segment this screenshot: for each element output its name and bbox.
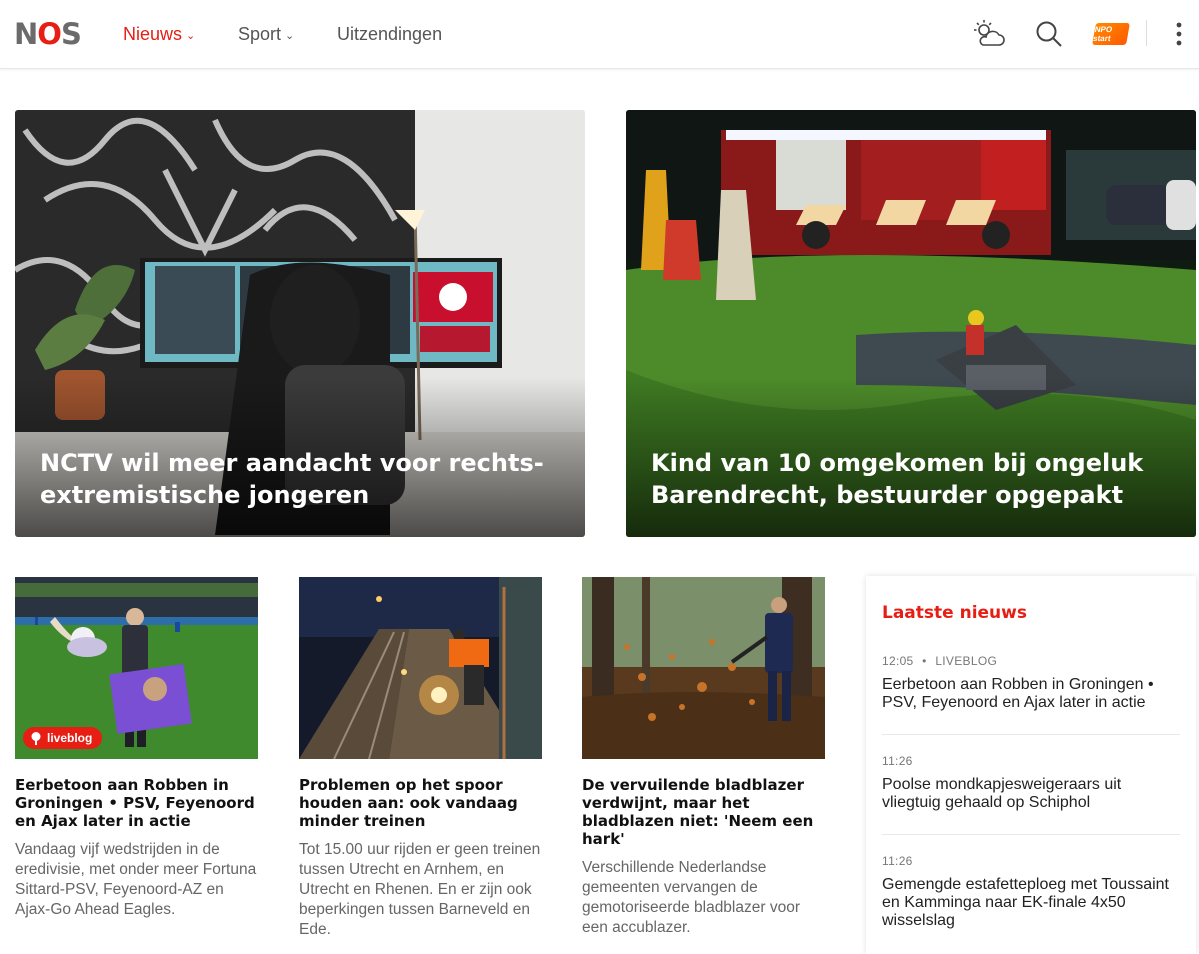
item-meta: 11:26 xyxy=(882,754,1180,768)
nav-uitzendingen-label: Uitzendingen xyxy=(337,24,443,44)
latest-news-item[interactable]: 11:26 Poolse mondkapjesweigeraars uit vl… xyxy=(882,735,1180,835)
article-card-1[interactable]: liveblog Eerbetoon aan Robben in Groning… xyxy=(15,577,258,920)
search-icon[interactable] xyxy=(1031,16,1067,52)
card-title-2: Problemen op het spoor houden aan: ook v… xyxy=(299,776,518,830)
hero-article-1[interactable]: NCTV wil meer aandacht voor rechts-extre… xyxy=(15,110,585,537)
nav-uitzendingen[interactable]: Uitzendingen xyxy=(337,23,442,45)
npo-start-icon[interactable]: NPO start xyxy=(1092,16,1130,52)
item-time: 11:26 xyxy=(882,854,913,868)
item-title: Poolse mondkapjesweigeraars uit vliegtui… xyxy=(882,776,1122,811)
meta-separator: • xyxy=(922,654,927,668)
npo-start-label: NPO start xyxy=(1092,23,1130,45)
item-time: 11:26 xyxy=(882,754,913,768)
card-title-1: Eerbetoon aan Robben in Groningen • PSV,… xyxy=(15,776,255,830)
site-header: NOS Nieuws ⌄ Sport ⌄ Uitzendingen NPO star… xyxy=(0,0,1199,69)
card-image-1: liveblog xyxy=(15,577,258,759)
item-time: 12:05 xyxy=(882,654,914,668)
item-meta: 12:05 • LIVEBLOG xyxy=(882,654,1180,668)
latest-news-heading: Laatste nieuws xyxy=(882,603,1027,623)
chevron-down-icon: ⌄ xyxy=(186,30,196,42)
hero-title-2: Kind van 10 omgekomen bij ongeluk Barend… xyxy=(651,449,1144,509)
location-pin-icon xyxy=(31,731,41,745)
hero-title-1: NCTV wil meer aandacht voor rechts-extre… xyxy=(40,449,544,509)
hero-article-2[interactable]: Kind van 10 omgekomen bij ongeluk Barend… xyxy=(626,110,1196,537)
article-card-3[interactable]: De vervuilende bladblazer verdwijnt, maa… xyxy=(582,577,825,938)
header-divider xyxy=(1146,20,1147,46)
card-image-2 xyxy=(299,577,542,759)
card-description-3: Verschillende Nederlandse gemeenten verv… xyxy=(582,859,800,936)
card-image-3 xyxy=(582,577,825,759)
latest-news-panel: Laatste nieuws 12:05 • LIVEBLOG Eerbetoo… xyxy=(866,576,1196,954)
nav-nieuws-label: Nieuws xyxy=(123,24,183,44)
nav-nieuws[interactable]: Nieuws ⌄ xyxy=(123,23,195,48)
nav-sport-label: Sport xyxy=(238,24,282,44)
item-tag: LIVEBLOG xyxy=(935,654,998,668)
latest-news-item[interactable]: 11:26 Gemengde estafetteploeg met Toussa… xyxy=(882,835,1180,952)
nos-logo[interactable]: NOS xyxy=(14,18,82,50)
chevron-down-icon: ⌄ xyxy=(285,30,295,42)
card-description-2: Tot 15.00 uur rijden er geen treinen tus… xyxy=(299,841,541,938)
item-title: Eerbetoon aan Robben in Groningen • PSV,… xyxy=(882,676,1154,711)
badge-label: liveblog xyxy=(47,731,93,745)
article-card-2[interactable]: Problemen op het spoor houden aan: ook v… xyxy=(299,577,542,940)
item-meta: 11:26 xyxy=(882,854,1180,868)
latest-news-item[interactable]: 12:05 • LIVEBLOG Eerbetoon aan Robben in… xyxy=(882,635,1180,735)
card-title-3: De vervuilende bladblazer verdwijnt, maa… xyxy=(582,776,814,848)
item-title: Gemengde estafetteploeg met Toussaint en… xyxy=(882,876,1169,929)
more-menu-icon[interactable] xyxy=(1161,16,1197,52)
liveblog-badge: liveblog xyxy=(23,727,103,749)
card-description-1: Vandaag vijf wedstrijden in de eredivisi… xyxy=(15,841,257,918)
nav-sport[interactable]: Sport ⌄ xyxy=(238,23,294,48)
weather-icon[interactable] xyxy=(970,16,1006,52)
